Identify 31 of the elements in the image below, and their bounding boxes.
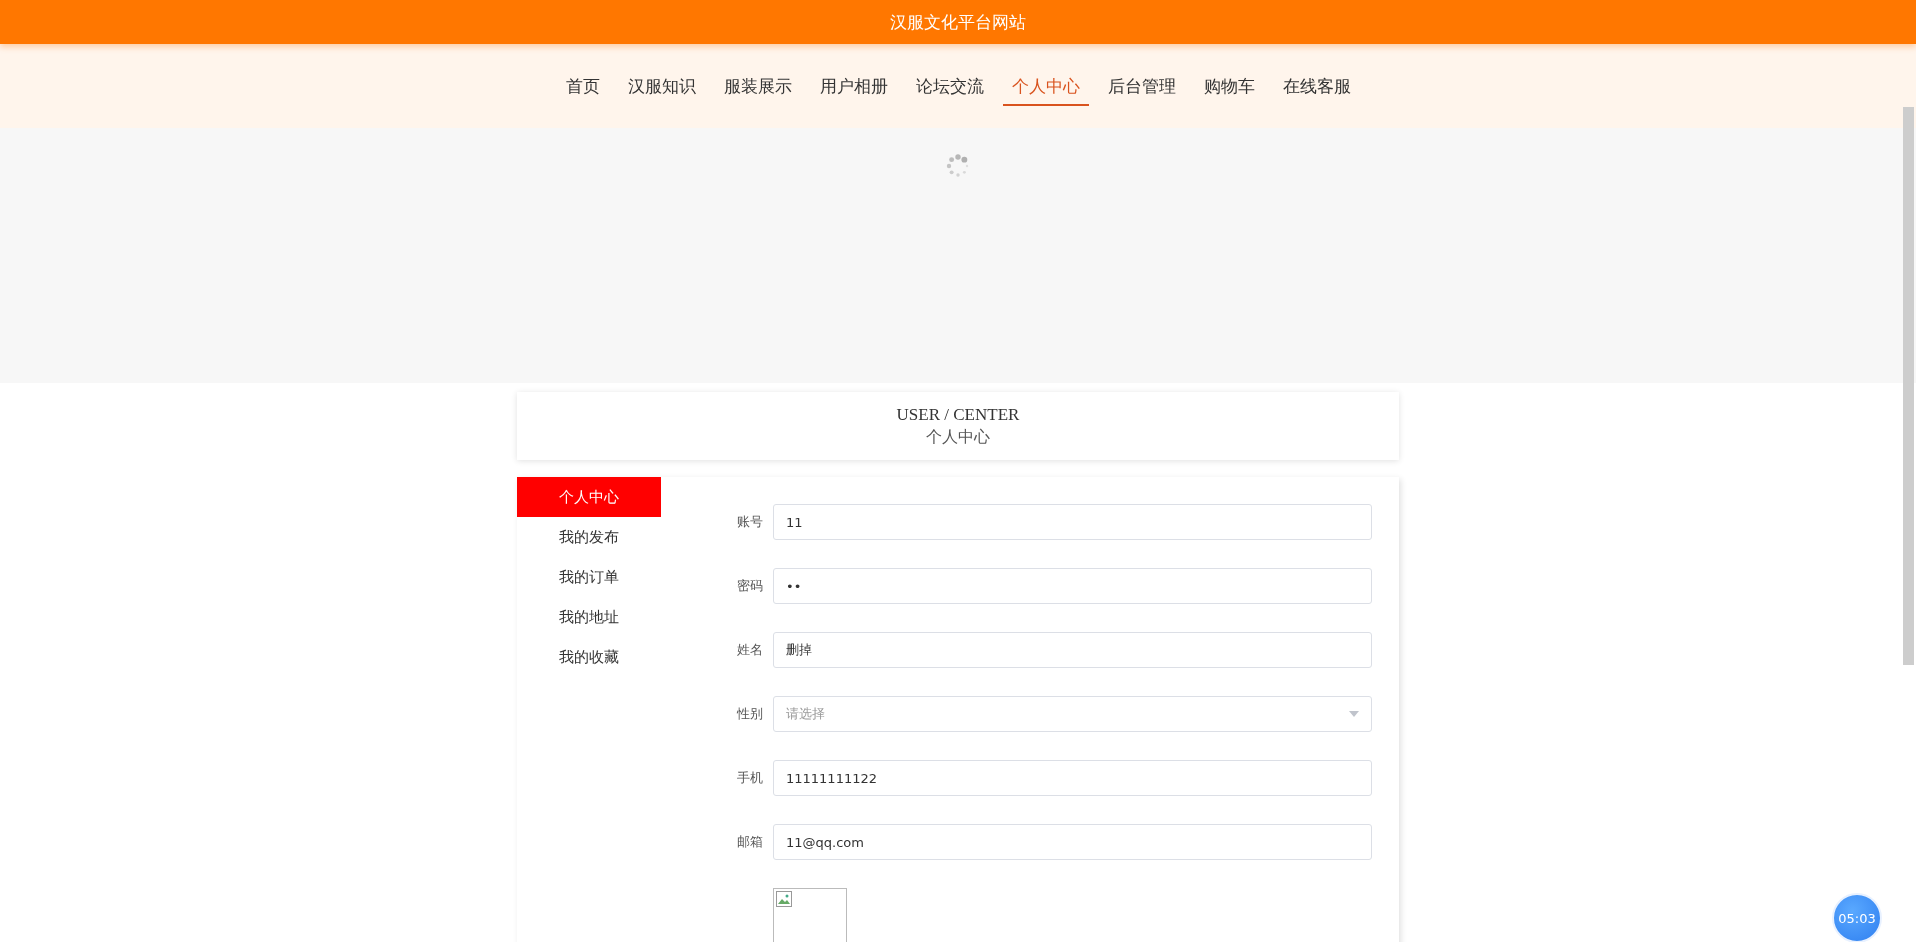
field-label: 账号 (736, 513, 763, 531)
field-label: 邮箱 (736, 833, 763, 851)
side-menu-item[interactable]: 我的地址 (517, 597, 661, 637)
nav-tab[interactable]: 论坛交流 (906, 66, 993, 106)
field-label: 手机 (736, 769, 763, 787)
nav-tab[interactable]: 购物车 (1194, 66, 1264, 106)
nav-tab[interactable]: 汉服知识 (618, 66, 705, 106)
nav-tab[interactable]: 首页 (556, 66, 609, 106)
broken-image-icon (776, 891, 792, 907)
input-field[interactable]: •• (773, 568, 1372, 604)
nav-tab[interactable]: 个人中心 (1002, 66, 1089, 106)
field-label: 姓名 (736, 641, 763, 659)
input-field[interactable]: 删掉 (773, 632, 1372, 668)
input-field[interactable]: 11111111122 (773, 760, 1372, 796)
side-menu-item[interactable]: 我的发布 (517, 517, 661, 557)
scrollbar-thumb[interactable] (1903, 107, 1914, 665)
nav-tab[interactable]: 后台管理 (1098, 66, 1185, 106)
side-menu-item[interactable]: 我的收藏 (517, 637, 661, 677)
input-field[interactable]: 11@qq.com (773, 824, 1372, 860)
field-label: 性别 (736, 705, 763, 723)
nav-tab[interactable]: 服装展示 (714, 66, 801, 106)
side-menu-item[interactable]: 个人中心 (517, 477, 661, 517)
site-title: 汉服文化平台网站 (890, 10, 1026, 34)
page-title-english: USER / CENTER (896, 404, 1020, 425)
caret-icon (1349, 711, 1359, 717)
nav-tab[interactable]: 用户相册 (810, 66, 897, 106)
input-field[interactable]: 11 (773, 504, 1372, 540)
field-label: 密码 (736, 577, 763, 595)
side-menu-item[interactable]: 我的订单 (517, 557, 661, 597)
page-title-chinese: 个人中心 (926, 426, 990, 447)
nav-tab[interactable]: 在线客服 (1273, 66, 1360, 106)
